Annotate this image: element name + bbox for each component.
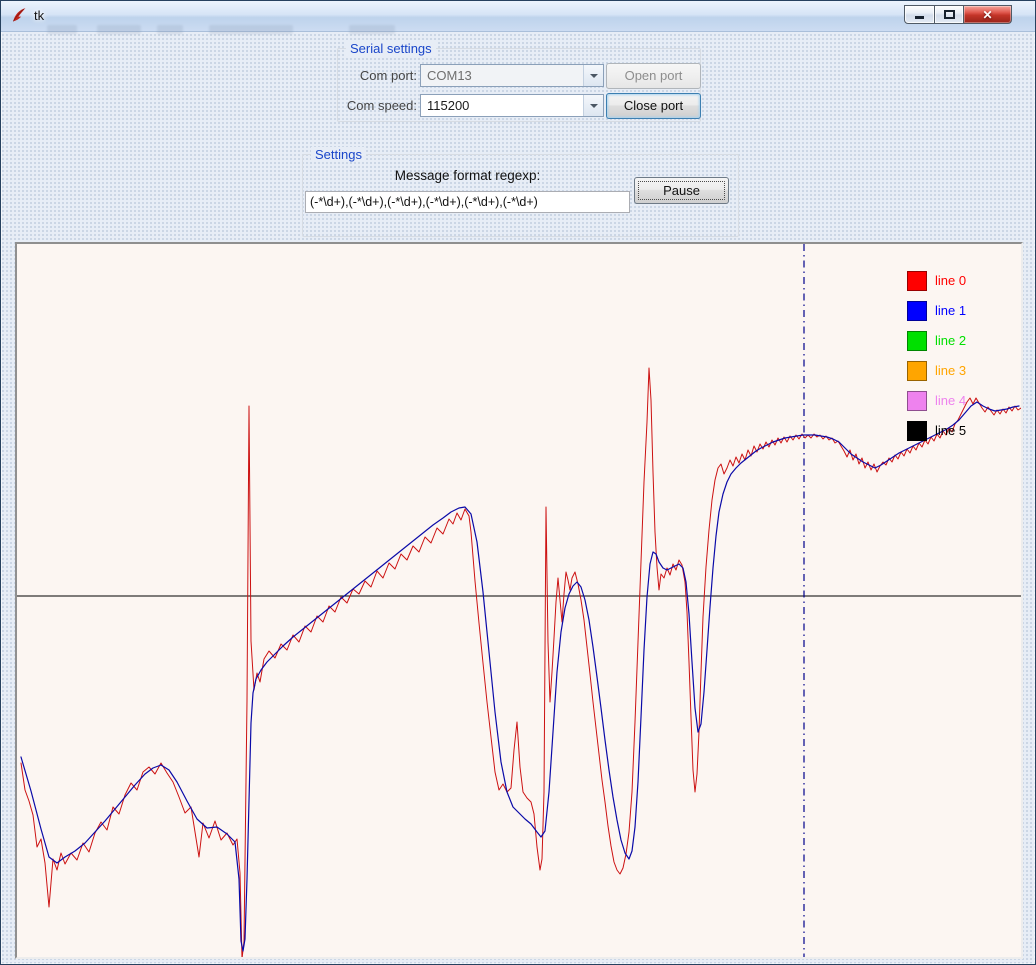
app-window: tk ✕ Serial settings Com port: COM13 Ope… [0,0,1036,965]
plot-legend: line 0 line 1 line 2 line 3 line 4 line 5 [907,270,966,441]
open-port-button[interactable]: Open port [606,63,701,89]
plot-svg [17,244,1021,957]
com-speed-value: 115200 [421,95,583,116]
glass-bleed [209,25,293,34]
glass-bleed [157,25,183,34]
legend-label: line 4 [935,390,966,411]
legend-swatch [907,331,927,351]
regexp-label: Message format regexp: [303,168,632,183]
legend-item: line 1 [907,300,966,321]
legend-item: line 0 [907,270,966,291]
com-port-row: Com port: COM13 Open port [344,62,701,89]
legend-swatch [907,301,927,321]
legend-swatch [907,361,927,381]
com-port-combobox[interactable]: COM13 [420,64,604,87]
legend-item: line 2 [907,330,966,351]
com-port-value: COM13 [421,65,583,86]
serial-settings-label: Serial settings [346,41,436,56]
chevron-down-icon[interactable] [583,65,603,86]
minimize-button[interactable] [904,5,935,24]
maximize-icon [944,10,955,19]
tk-feather-icon [10,7,27,24]
maximize-button[interactable] [935,5,964,24]
minimize-icon [915,16,924,19]
legend-swatch [907,391,927,411]
close-button[interactable]: ✕ [964,5,1012,24]
plot-canvas: line 0 line 1 line 2 line 3 line 4 line 5 [15,242,1023,959]
close-icon: ✕ [982,9,992,21]
close-port-button[interactable]: Close port [606,93,701,119]
legend-item: line 4 [907,390,966,411]
chevron-down-icon[interactable] [583,95,603,116]
legend-label: line 5 [935,420,966,441]
legend-label: line 0 [935,270,966,291]
legend-item: line 5 [907,420,966,441]
window-controls: ✕ [904,5,1012,24]
legend-label: line 2 [935,330,966,351]
settings-group: Settings Message format regexp: Pause [302,154,739,237]
glass-bleed [47,25,77,34]
com-speed-combobox[interactable]: 115200 [420,94,604,117]
legend-item: line 3 [907,360,966,381]
raw-signal-trace [21,368,1021,957]
legend-label: line 1 [935,300,966,321]
serial-settings-group: Serial settings Com port: COM13 Open por… [337,48,701,122]
legend-swatch [907,271,927,291]
glass-bleed [97,25,141,34]
com-port-label: Com port: [344,68,417,83]
window-title: tk [34,8,44,23]
com-speed-row: Com speed: 115200 Close port [344,92,701,119]
legend-label: line 3 [935,360,966,381]
settings-label: Settings [311,147,366,162]
com-speed-label: Com speed: [344,98,417,113]
filtered-signal-trace [21,402,1019,951]
glass-bleed [349,25,395,34]
pause-button[interactable]: Pause [634,177,729,204]
regexp-input[interactable] [305,191,630,213]
legend-swatch [907,421,927,441]
